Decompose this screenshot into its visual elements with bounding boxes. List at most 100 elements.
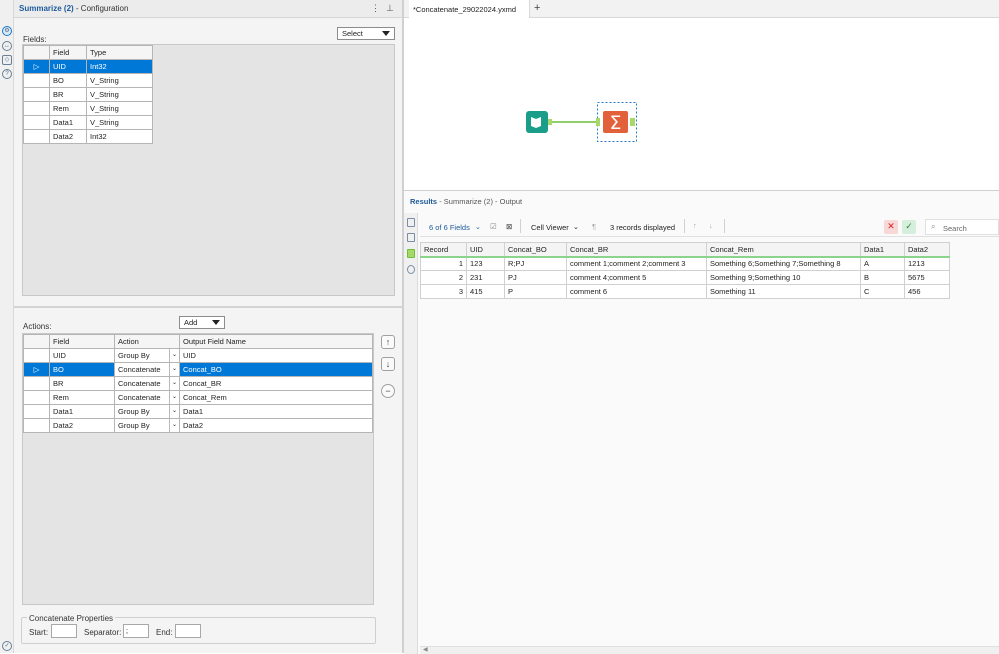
close-icon[interactable]: ✕	[884, 220, 898, 234]
chevron-down-icon[interactable]: ⌄	[169, 377, 179, 390]
clear-icon[interactable]: ⊠	[506, 222, 512, 231]
select-dropdown[interactable]: Select	[337, 27, 395, 40]
action-select[interactable]: Concatenate ⌄	[114, 390, 180, 405]
column-header-data1[interactable]: Data1	[860, 242, 905, 258]
action-select[interactable]: Concatenate ⌄	[114, 362, 180, 377]
chevron-down-icon[interactable]: ⌄	[169, 405, 179, 418]
workflow-tab[interactable]: *Concatenate_29022024.yxmd	[409, 0, 530, 18]
table-row[interactable]: 2 231 PJ comment 4;comment 5 Something 9…	[420, 270, 950, 285]
data-cell[interactable]: R;PJ	[504, 256, 567, 271]
data-cell[interactable]: Something 6;Something 7;Something 8	[706, 256, 861, 271]
data-cell[interactable]: 5675	[904, 270, 950, 285]
table-row[interactable]: 1 123 R;PJ comment 1;comment 2;comment 3…	[420, 256, 950, 271]
column-header-field[interactable]: Field	[49, 45, 87, 60]
chevron-down-icon[interactable]: ⌄	[169, 391, 179, 404]
data-cell[interactable]: 415	[466, 284, 505, 299]
data-cell[interactable]: comment 1;comment 2;comment 3	[566, 256, 707, 271]
data-cell[interactable]: Something 11	[706, 284, 861, 299]
table-row[interactable]: 3 415 P comment 6 Something 11 C 456	[420, 284, 950, 299]
gear-icon[interactable]: ⚙	[2, 26, 12, 36]
table-row[interactable]: BR V_String	[23, 87, 153, 102]
move-down-button[interactable]: ↓	[381, 357, 395, 371]
column-header-concat-bo[interactable]: Concat_BO	[504, 242, 567, 258]
data-cell[interactable]: A	[860, 256, 905, 271]
column-header-action[interactable]: Action	[114, 334, 180, 349]
column-header-field[interactable]: Field	[49, 334, 115, 349]
info-icon[interactable]	[407, 265, 415, 274]
table-row[interactable]: Rem Concatenate ⌄ Concat_Rem	[23, 390, 373, 405]
data-cell[interactable]: C	[860, 284, 905, 299]
workflow-canvas[interactable]: Σ	[404, 18, 999, 188]
data-cell[interactable]: 1213	[904, 256, 950, 271]
check-icon[interactable]: ✓	[902, 220, 916, 234]
data-cell[interactable]: 123	[466, 256, 505, 271]
table-row[interactable]: ▷ UID Int32	[23, 59, 153, 74]
column-header-output-field-name[interactable]: Output Field Name	[179, 334, 373, 349]
summarize-tool-icon[interactable]: Σ	[596, 102, 637, 142]
new-tab-button[interactable]: +	[534, 2, 540, 14]
arrow-up-icon[interactable]: ↑	[693, 221, 697, 230]
scroll-left-icon[interactable]: ◀	[423, 646, 428, 653]
column-header-record[interactable]: Record	[420, 242, 467, 258]
data-cell[interactable]: B	[860, 270, 905, 285]
link-icon[interactable]: ↔	[2, 41, 12, 51]
chevron-down-icon[interactable]: ⌄	[475, 223, 481, 231]
chevron-down-icon[interactable]: ⌄	[169, 349, 179, 362]
table-row[interactable]: Data2 Int32	[23, 129, 153, 144]
column-header-uid[interactable]: UID	[466, 242, 505, 258]
end-input[interactable]	[175, 624, 201, 638]
chevron-down-icon[interactable]: ⌄	[573, 223, 579, 231]
output-field-cell[interactable]: Concat_Rem	[179, 390, 373, 405]
data-cell[interactable]: PJ	[504, 270, 567, 285]
table-row[interactable]: UID Group By ⌄ UID	[23, 348, 373, 363]
output-field-cell[interactable]: Data2	[179, 418, 373, 433]
cell-viewer-dropdown[interactable]: Cell Viewer	[531, 223, 569, 232]
data-cell[interactable]: comment 4;comment 5	[566, 270, 707, 285]
data-cell[interactable]: 231	[466, 270, 505, 285]
add-dropdown[interactable]: Add	[179, 316, 225, 329]
move-up-button[interactable]: ↑	[381, 335, 395, 349]
search-box[interactable]: ⌕ Search	[925, 219, 999, 235]
table-row[interactable]: Data1 V_String	[23, 115, 153, 130]
column-header-data2[interactable]: Data2	[904, 242, 950, 258]
table-row[interactable]: Data1 Group By ⌄ Data1	[23, 404, 373, 419]
separator-input[interactable]	[123, 624, 149, 638]
output-field-cell[interactable]: Concat_BO	[179, 362, 373, 377]
list-view-icon[interactable]	[407, 218, 415, 227]
pilcrow-icon[interactable]: ¶	[592, 222, 596, 231]
data-cell[interactable]: Something 9;Something 10	[706, 270, 861, 285]
table-row[interactable]: Rem V_String	[23, 101, 153, 116]
fields-selector[interactable]: 6 of 6 Fields	[429, 223, 470, 232]
data-cell[interactable]: 456	[904, 284, 950, 299]
action-select[interactable]: Group By ⌄	[114, 404, 180, 419]
arrow-down-icon[interactable]: ↓	[709, 221, 713, 230]
input-tool-icon[interactable]	[526, 111, 552, 133]
data-cell[interactable]: comment 6	[566, 284, 707, 299]
data-cell[interactable]: P	[504, 284, 567, 299]
search-input[interactable]: Search	[943, 224, 967, 233]
action-select[interactable]: Group By ⌄	[114, 348, 180, 363]
tag-icon[interactable]: ◇	[2, 55, 12, 65]
help-icon[interactable]: ?	[2, 69, 12, 79]
action-select[interactable]: Group By ⌄	[114, 418, 180, 433]
more-options-icon[interactable]: ⋮	[371, 3, 380, 14]
output-field-cell[interactable]: Concat_BR	[179, 376, 373, 391]
output-anchor-icon[interactable]	[407, 249, 415, 258]
remove-button[interactable]: −	[381, 384, 395, 398]
column-header-type[interactable]: Type	[86, 45, 153, 60]
chevron-down-icon[interactable]: ⌄	[169, 363, 179, 376]
table-row[interactable]: BO V_String	[23, 73, 153, 88]
edit-icon[interactable]: ☑	[490, 222, 497, 231]
column-header-concat-br[interactable]: Concat_BR	[566, 242, 707, 258]
panel-splitter[interactable]	[14, 306, 402, 308]
output-field-cell[interactable]: UID	[179, 348, 373, 363]
table-row[interactable]: Data2 Group By ⌄ Data2	[23, 418, 373, 433]
output-field-cell[interactable]: Data1	[179, 404, 373, 419]
table-row[interactable]: ▷ BO Concatenate ⌄ Concat_BO	[23, 362, 373, 377]
pin-icon[interactable]: ⊥	[386, 3, 394, 14]
action-select[interactable]: Concatenate ⌄	[114, 376, 180, 391]
column-header-concat-rem[interactable]: Concat_Rem	[706, 242, 861, 258]
start-input[interactable]	[51, 624, 77, 638]
table-view-icon[interactable]	[407, 233, 415, 242]
table-row[interactable]: BR Concatenate ⌄ Concat_BR	[23, 376, 373, 391]
